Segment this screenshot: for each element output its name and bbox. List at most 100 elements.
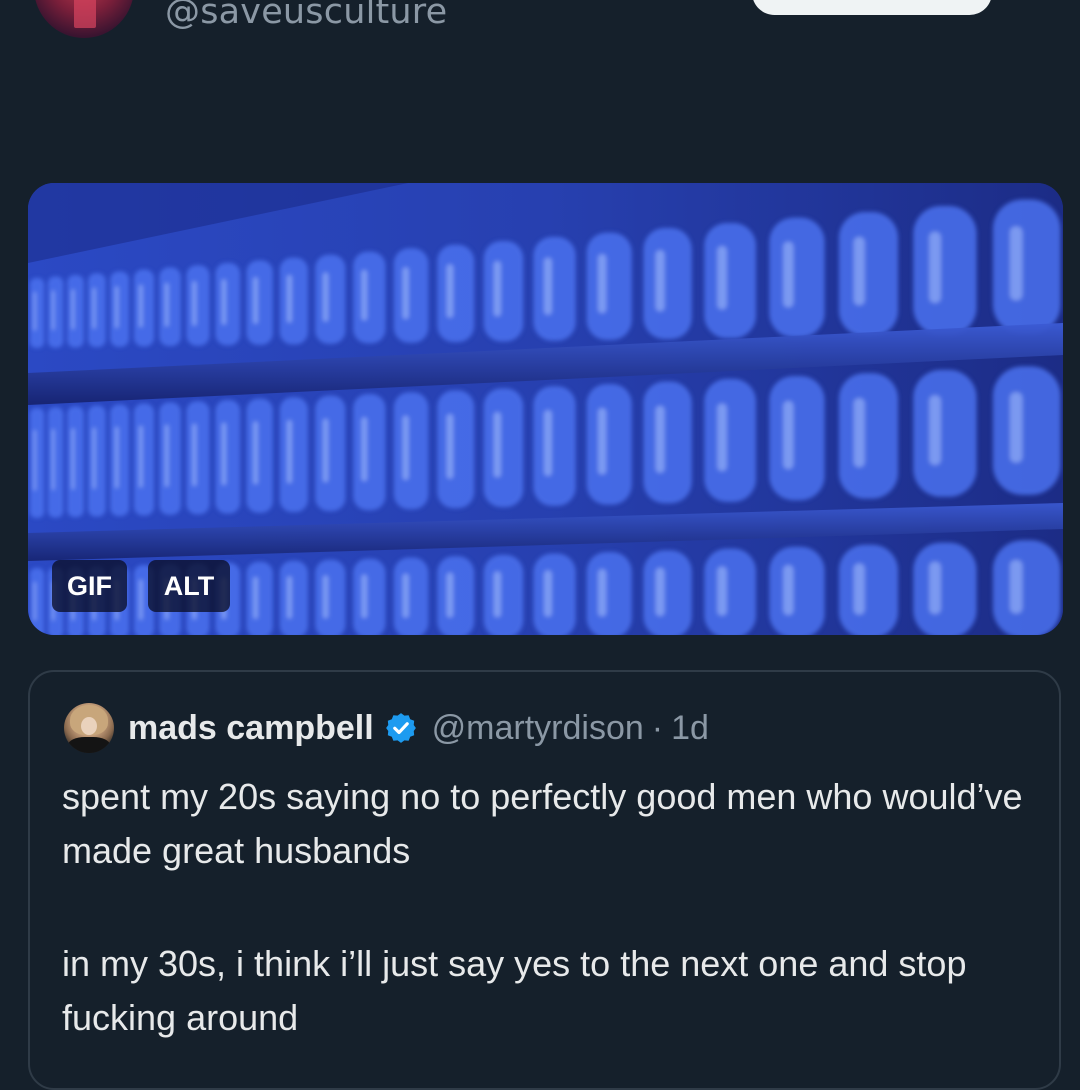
bottle-shape [353, 394, 386, 511]
bottle-shape [838, 212, 899, 337]
bottle-shape [643, 227, 692, 340]
bottle-highlight [138, 425, 143, 488]
bottle-shape [159, 267, 181, 347]
bottle-highlight [853, 236, 865, 306]
bottle-highlight [597, 254, 607, 314]
bottle-shape [483, 388, 524, 508]
alt-badge[interactable]: ALT [148, 560, 230, 612]
bottle-highlight [221, 279, 227, 325]
bottle-highlight [655, 405, 665, 473]
bottle-shape [704, 378, 756, 502]
bottle-highlight [138, 579, 143, 620]
bottle-highlight [717, 403, 727, 472]
bottle-highlight [322, 418, 329, 483]
bottle-highlight [33, 430, 37, 491]
bottle-shape [110, 271, 130, 347]
bottle-shape [838, 373, 899, 499]
bottle-highlight [253, 577, 259, 619]
bottle-shape [704, 222, 756, 339]
bottle-highlight [71, 428, 75, 490]
bottle-highlight [493, 571, 502, 618]
bottle-highlight [33, 582, 37, 621]
bottle-shape [246, 260, 273, 345]
quoted-tweet-timestamp[interactable]: 1d [671, 709, 709, 748]
bottle-highlight [1009, 226, 1023, 301]
bottle-highlight [192, 423, 197, 486]
bottle-highlight [655, 567, 665, 617]
bottle-highlight [1009, 392, 1023, 463]
bottle-shape [215, 262, 241, 346]
bottle-highlight [493, 412, 502, 478]
bottle-highlight [361, 269, 368, 321]
bottle-shape [913, 542, 977, 635]
bottle-highlight [446, 572, 454, 618]
bottle-highlight [322, 575, 329, 619]
bottle-highlight [929, 395, 941, 466]
bottle-shape [315, 559, 346, 635]
bottle-shape [913, 369, 977, 497]
quoted-author-name[interactable]: mads campbell [128, 709, 374, 748]
gif-badge: GIF [52, 560, 127, 612]
bottle-shape [704, 548, 756, 635]
bottle-shape [29, 408, 45, 518]
bottle-shape [393, 392, 429, 510]
bottle-shape [437, 556, 475, 635]
bottle-highlight [51, 290, 55, 330]
bottle-shape [643, 550, 692, 635]
bottle-highlight [164, 283, 169, 327]
bottle-highlight [655, 250, 665, 312]
bottle-shape [643, 381, 692, 504]
poster-avatar[interactable] [34, 0, 134, 38]
bottle-shape [279, 560, 308, 635]
bottle-highlight [253, 421, 259, 485]
bottle-highlight [929, 231, 941, 303]
bottle-highlight [221, 422, 227, 486]
follow-button[interactable] [752, 0, 992, 15]
bottle-highlight [92, 288, 96, 329]
bottle-shape [769, 546, 825, 635]
bottle-highlight [33, 292, 37, 331]
bottle-highlight [446, 413, 454, 479]
bottle-highlight [544, 410, 552, 477]
bottle-shape [159, 402, 181, 515]
bottle-shape [215, 399, 241, 514]
avatar-face [81, 717, 97, 735]
bottle-shape [29, 568, 45, 635]
bottle-highlight [138, 284, 143, 328]
bottle-highlight [71, 289, 75, 330]
quoted-author-avatar[interactable] [64, 703, 114, 753]
bottle-highlight [361, 574, 368, 619]
bottle-highlight [402, 573, 409, 618]
bottle-shape [88, 405, 106, 517]
bottle-shape [88, 273, 106, 348]
poster-handle[interactable]: @saveusculture [165, 0, 447, 32]
bottle-shape [110, 404, 130, 517]
bottle-shape [29, 278, 45, 348]
bottle-shape [586, 383, 632, 505]
bottle-shape [133, 269, 155, 347]
bottle-highlight [544, 257, 552, 315]
bottle-highlight [597, 569, 607, 617]
bottle-highlight [1009, 559, 1023, 614]
bottle-highlight [192, 281, 197, 326]
quoted-author-handle[interactable]: @martyrdison [432, 709, 644, 748]
bottle-shape [353, 251, 386, 344]
verified-badge-icon [384, 711, 418, 745]
bottle-highlight [114, 286, 119, 328]
bottle-shape [769, 217, 825, 338]
bottle-shape [393, 248, 429, 343]
bottle-shape [992, 540, 1061, 635]
bottle-shape [992, 366, 1061, 495]
bottle-highlight [783, 241, 794, 308]
bottle-highlight [253, 277, 259, 324]
bottle-highlight [402, 267, 409, 320]
bottle-shape [186, 265, 210, 346]
bottle-shape [533, 386, 576, 506]
bottle-highlight [114, 426, 119, 489]
bottle-shape [67, 406, 84, 518]
bottle-shape [437, 244, 475, 343]
bottle-highlight [286, 274, 293, 323]
bottle-highlight [446, 264, 454, 318]
bottle-highlight [853, 563, 865, 615]
quoted-tweet-paragraph-1: spent my 20s saying no to perfectly good… [62, 776, 1023, 871]
